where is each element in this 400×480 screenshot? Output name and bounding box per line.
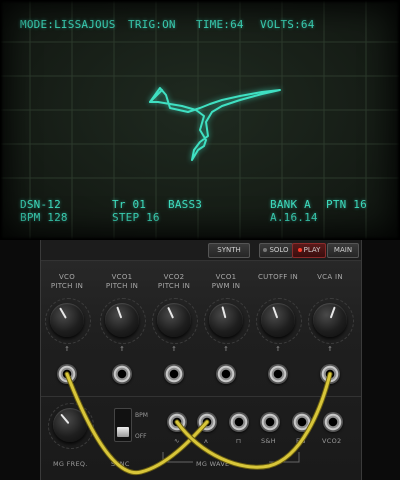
solo-led-icon (263, 248, 268, 252)
track-readout: Tr 01 (112, 198, 147, 211)
mg-freq-label: MG FREQ. (53, 460, 88, 468)
sh-label: S&H (261, 437, 276, 445)
trig-readout: TRIG:ON (128, 18, 176, 31)
play-led-icon (297, 248, 302, 252)
up-arrow-icon: ↑ (223, 344, 229, 354)
patch-rack: SYNTH SOLO PLAY MAIN VCO PITCH IN VCO1 PIT… (40, 240, 362, 480)
oscilloscope-screen: MODE:LISSAJOUS TRIG:ON TIME:64 VOLTS:64 … (0, 0, 400, 240)
mg-wave-bracket (162, 452, 300, 463)
vco2-label: VCO2 (322, 437, 342, 445)
sine-wave-icon: ∿ (174, 437, 180, 445)
up-arrow-icon: ↑ (275, 344, 281, 354)
vco1-pwm-jack[interactable] (216, 364, 236, 384)
sync-switch[interactable] (114, 408, 132, 442)
mg-sine-jack[interactable] (167, 412, 187, 432)
eg-jack[interactable] (292, 412, 312, 432)
up-arrow-icon: ↑ (64, 344, 70, 354)
mode-readout: MODE:LISSAJOUS (20, 18, 116, 31)
triangle-wave-icon: ʌ (204, 437, 209, 445)
knob-label-vca: VCA IN (317, 273, 343, 281)
vco2-pitch-jack[interactable] (164, 364, 184, 384)
volts-readout: VOLTS:64 (260, 18, 315, 31)
time-readout: TIME:64 (196, 18, 244, 31)
cutoff-jack[interactable] (268, 364, 288, 384)
knob-label-vco2-pitch: VCO2 PITCH IN (157, 273, 191, 290)
section-divider (41, 396, 361, 397)
patch-name: DSN-12 (20, 198, 61, 211)
vco-pitch-jack[interactable] (57, 364, 77, 384)
up-arrow-icon: ↑ (119, 344, 125, 354)
vco-pitch-knob[interactable] (45, 298, 91, 344)
square-wave-icon: ⊓ (236, 437, 242, 445)
vco1-pitch-jack[interactable] (112, 364, 132, 384)
mg-sh-jack[interactable] (260, 412, 280, 432)
position-readout: A.16.14 (270, 211, 318, 224)
main-button[interactable]: MAIN (327, 243, 359, 258)
step-readout: STEP 16 (112, 211, 160, 224)
off-switch-label: OFF (135, 433, 147, 440)
up-arrow-icon: ↑ (327, 344, 333, 354)
vca-knob[interactable] (308, 298, 354, 344)
mg-triangle-jack[interactable] (197, 412, 217, 432)
vco2-pitch-knob[interactable] (152, 298, 198, 344)
pattern-readout: PTN 16 (326, 198, 367, 211)
solo-button[interactable]: SOLO (259, 243, 293, 258)
vco2-out-jack[interactable] (323, 412, 343, 432)
bpm-switch-label: BPM (135, 412, 148, 419)
synth-panel: SYNTH SOLO PLAY MAIN VCO PITCH IN VCO1 PIT… (0, 240, 400, 480)
sync-label: SYNC (111, 460, 130, 468)
vco1-pwm-knob[interactable] (204, 298, 250, 344)
panel-toolbar: SYNTH SOLO PLAY MAIN (41, 240, 361, 261)
knob-label-vco1-pitch: VCO1 PITCH IN (105, 273, 139, 290)
vca-jack[interactable] (320, 364, 340, 384)
play-button[interactable]: PLAY (292, 243, 326, 258)
knob-label-vco1-pwm: VCO1 PWM IN (211, 273, 241, 290)
instrument-readout: BASS3 (168, 198, 203, 211)
solo-label: SOLO (269, 246, 289, 254)
bank-readout: BANK A (270, 198, 311, 211)
knob-label-cutoff: CUTOFF IN (257, 273, 299, 281)
knob-label-vco-pitch: VCO PITCH IN (50, 273, 84, 290)
mg-square-jack[interactable] (229, 412, 249, 432)
vco1-pitch-knob[interactable] (100, 298, 146, 344)
up-arrow-icon: ↑ (171, 344, 177, 354)
eg-label: EG (296, 437, 306, 445)
synth-button[interactable]: SYNTH (208, 243, 250, 258)
play-label: PLAY (303, 246, 321, 254)
cutoff-knob[interactable] (256, 298, 302, 344)
bpm-readout: BPM 128 (20, 211, 68, 224)
mg-freq-knob[interactable] (48, 403, 94, 449)
